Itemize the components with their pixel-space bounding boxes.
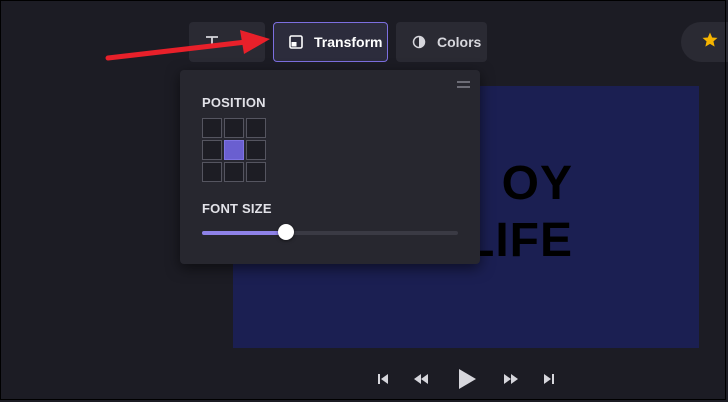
font-size-slider-thumb[interactable] — [278, 224, 295, 240]
position-label: POSITION — [202, 95, 266, 110]
drag-handle-icon[interactable] — [457, 81, 470, 91]
position-grid — [202, 118, 268, 182]
position-middle-left[interactable] — [202, 140, 222, 160]
colors-button[interactable]: Colors — [396, 22, 487, 62]
rewind-icon[interactable] — [412, 366, 430, 392]
font-size-slider[interactable] — [202, 224, 458, 240]
font-size-slider-fill — [202, 231, 287, 235]
transform-popover: POSITION FONT SIZE — [180, 70, 480, 264]
skip-start-icon[interactable] — [376, 366, 390, 392]
layout-square-icon — [287, 33, 305, 51]
position-middle-right[interactable] — [246, 140, 266, 160]
annotation-arrow-icon — [105, 30, 270, 61]
transform-label: Transform — [314, 34, 383, 50]
position-bottom-left[interactable] — [202, 162, 222, 182]
transform-button[interactable]: Transform — [273, 22, 388, 62]
favorite-button[interactable] — [681, 22, 728, 62]
star-icon — [701, 31, 719, 54]
contrast-half-icon — [410, 33, 428, 51]
position-top-left[interactable] — [202, 118, 222, 138]
position-top-center[interactable] — [224, 118, 244, 138]
position-center[interactable] — [224, 140, 244, 160]
fast-forward-icon[interactable] — [502, 366, 520, 392]
position-bottom-right[interactable] — [246, 162, 266, 182]
skip-end-icon[interactable] — [542, 366, 556, 392]
position-bottom-center[interactable] — [224, 162, 244, 182]
colors-label: Colors — [437, 34, 482, 50]
play-icon[interactable] — [456, 366, 478, 392]
position-top-right[interactable] — [246, 118, 266, 138]
font-size-label: FONT SIZE — [202, 201, 272, 216]
